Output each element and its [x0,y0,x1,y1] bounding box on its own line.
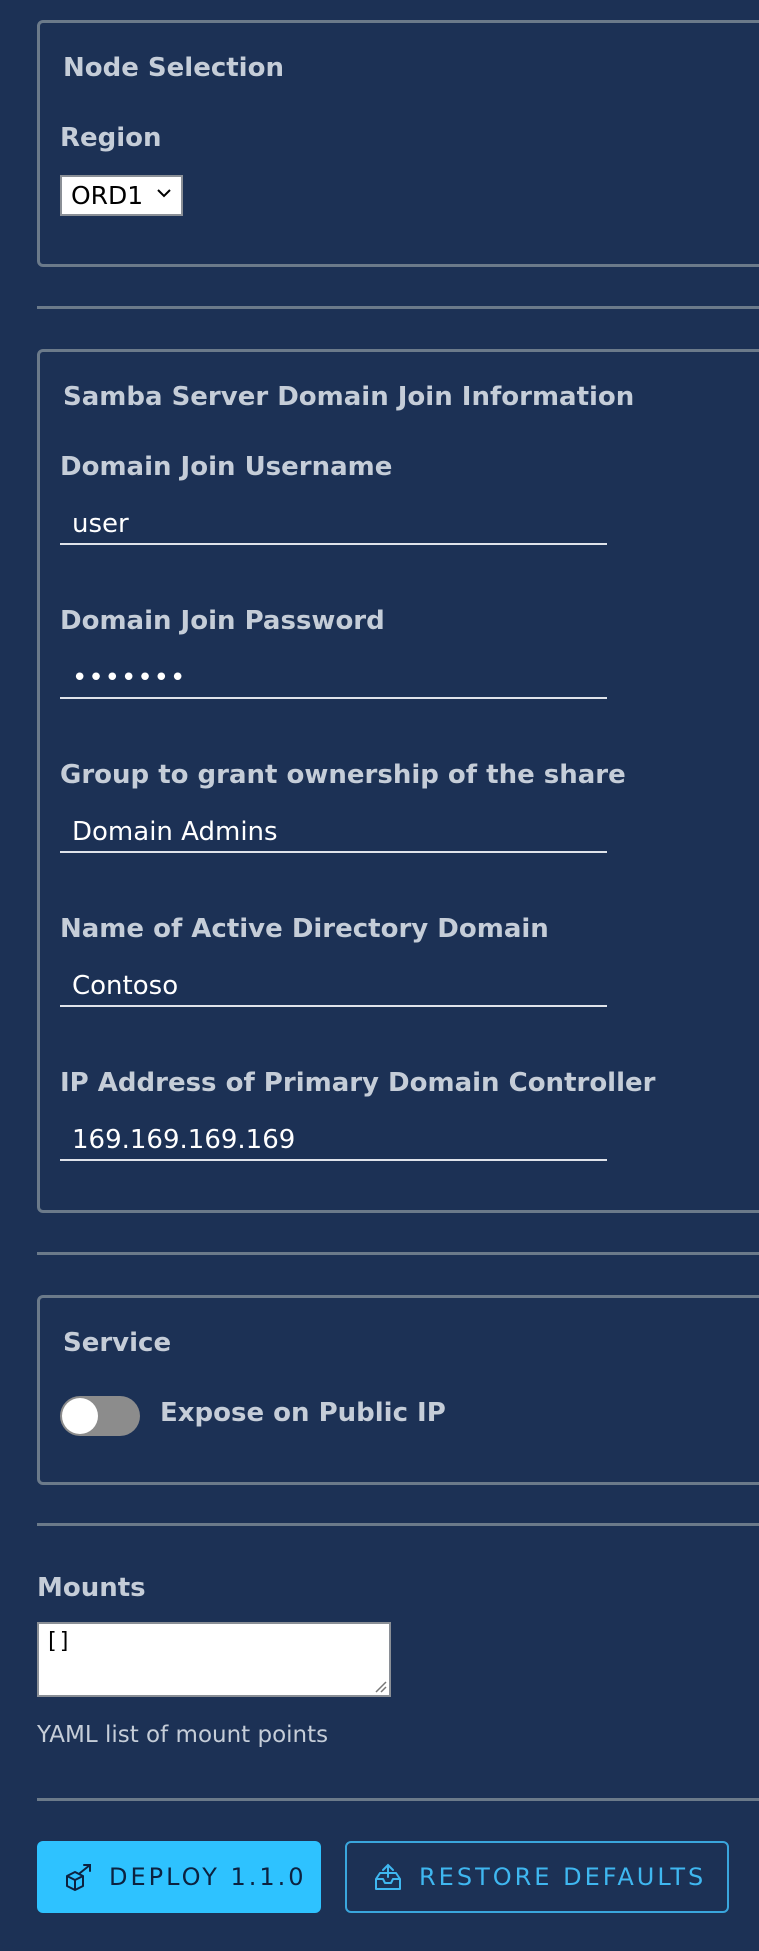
ad-domain-label: Name of Active Directory Domain [60,914,549,944]
restore-tray-icon [375,1863,401,1890]
service-fieldset: Service [37,1295,759,1485]
service-legend: Service [63,1328,172,1358]
ad-domain-input[interactable]: Contoso [60,965,607,1007]
domain-join-password-input[interactable]: ••••••• [60,657,607,699]
deploy-button-label: DEPLOY 1.1.0 [109,1863,307,1891]
pdc-ip-label: IP Address of Primary Domain Controller [60,1068,656,1098]
section-divider [37,1523,759,1526]
node-selection-legend: Node Selection [63,53,284,83]
toggle-knob [62,1398,98,1434]
restore-defaults-label: RESTORE DEFAULTS [419,1863,707,1891]
region-select[interactable]: ORD1 [60,175,183,216]
mounts-textarea-value: [] [45,1629,72,1654]
region-select-value: ORD1 [71,181,144,210]
domain-join-username-label: Domain Join Username [60,452,393,482]
deploy-button[interactable]: DEPLOY 1.1.0 [37,1841,321,1913]
section-divider [37,1798,759,1801]
section-divider [37,306,759,309]
group-ownership-label: Group to grant ownership of the share [60,760,626,790]
section-divider [37,1252,759,1255]
deploy-cube-icon [66,1864,91,1891]
region-label: Region [60,123,162,153]
mounts-hint: YAML list of mount points [37,1722,329,1748]
domain-join-password-label: Domain Join Password [60,606,385,636]
pdc-ip-input[interactable]: 169.169.169.169 [60,1119,607,1161]
mounts-textarea[interactable]: [] [37,1622,391,1697]
samba-legend: Samba Server Domain Join Information [63,382,635,412]
mounts-label: Mounts [37,1573,146,1603]
restore-defaults-button[interactable]: RESTORE DEFAULTS [345,1841,729,1913]
domain-join-username-input[interactable]: user [60,503,607,545]
public-ip-toggle-label: Expose on Public IP [160,1398,446,1428]
public-ip-toggle[interactable] [60,1396,140,1436]
chevron-down-icon [157,189,171,198]
resize-grip-icon[interactable] [373,1679,387,1693]
group-ownership-input[interactable]: Domain Admins [60,811,607,853]
